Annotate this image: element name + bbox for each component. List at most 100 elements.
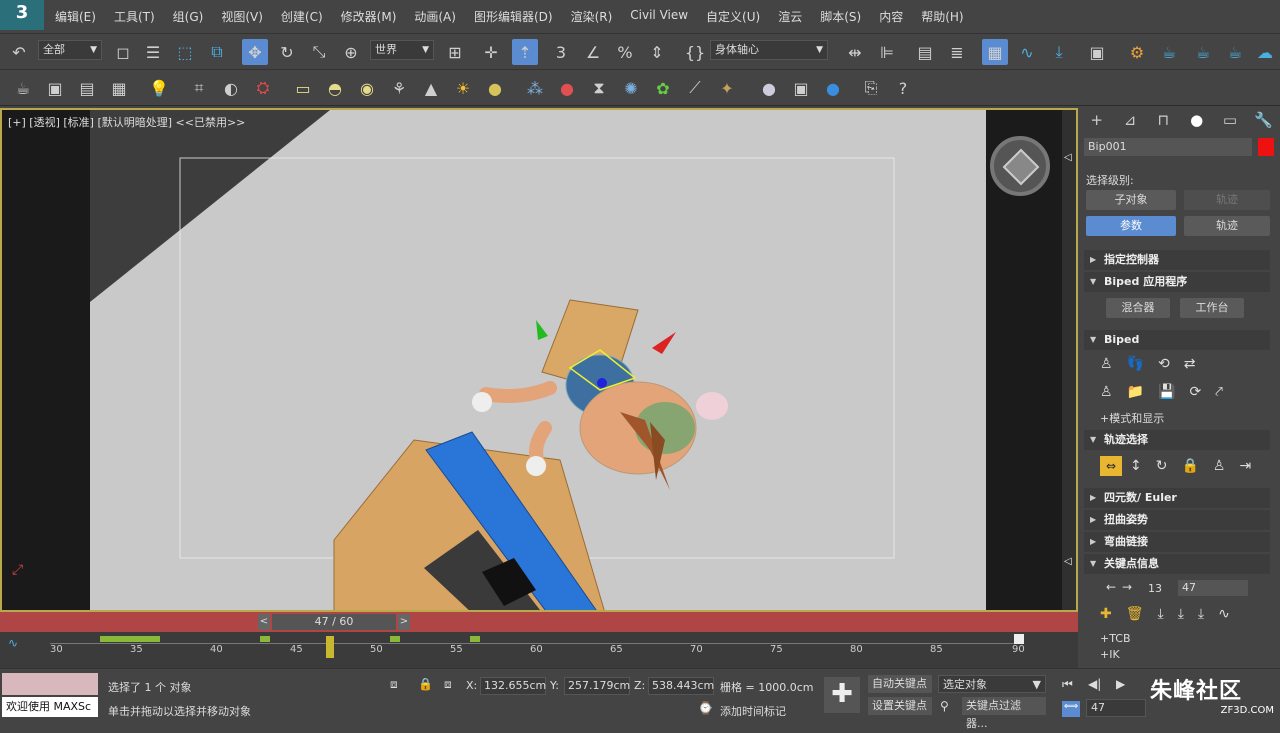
x-coord-field[interactable]: 132.655cm — [480, 677, 546, 695]
mixer-mode-icon[interactable]: ⇄ — [1184, 356, 1196, 372]
menu-customize[interactable]: 自定义(U) — [697, 8, 769, 25]
camera-icon[interactable]: ⌗ — [186, 75, 212, 101]
schematic-view-icon[interactable]: ⤓ — [1046, 39, 1072, 65]
menu-scripting[interactable]: 脚本(S) — [811, 8, 870, 25]
proxy-icon[interactable]: ● — [554, 75, 580, 101]
mesh-light-icon[interactable]: ⚘ — [386, 75, 412, 101]
save-file-icon[interactable]: 💾 — [1158, 384, 1175, 400]
key-marker[interactable] — [390, 636, 400, 642]
menu-civil-view[interactable]: Civil View — [621, 8, 697, 25]
render-camera-icon[interactable]: ⛭ — [250, 75, 276, 101]
lock-cob-icon[interactable]: 🔒 — [1181, 458, 1198, 474]
mixer-button[interactable]: 混合器 — [1106, 298, 1170, 318]
menu-modifiers[interactable]: 修改器(M) — [332, 8, 406, 25]
material-ball-icon[interactable]: ● — [756, 75, 782, 101]
ik-toggle[interactable]: +IK — [1100, 648, 1120, 661]
end-marker[interactable] — [1014, 634, 1024, 644]
sub-object-button[interactable]: 子对象 — [1086, 190, 1176, 210]
figure-mode-icon[interactable]: ♙ — [1100, 356, 1113, 372]
rollout-track-select[interactable]: ▼ 轨迹选择 — [1084, 430, 1270, 450]
material-editor-icon[interactable]: ▣ — [1084, 39, 1110, 65]
go-to-start-icon[interactable]: ⏮ — [1062, 677, 1073, 692]
window-crossing-icon[interactable]: ⧉ — [204, 39, 230, 65]
sun-icon[interactable]: ☀ — [450, 75, 476, 101]
menu-tools[interactable]: 工具(T) — [105, 8, 164, 25]
menu-group[interactable]: 组(G) — [164, 8, 213, 25]
menu-rendering[interactable]: 渲染(R) — [562, 8, 622, 25]
select-object-icon[interactable]: ◻ — [110, 39, 136, 65]
rotate-icon[interactable]: ↻ — [274, 39, 300, 65]
render-setup-icon[interactable]: ⚙ — [1124, 39, 1150, 65]
rollout-assign-controller[interactable]: ▶ 指定控制器 — [1084, 250, 1270, 270]
key-marker[interactable] — [326, 636, 334, 658]
body-horizontal-icon[interactable]: ⇔ — [1100, 456, 1122, 476]
viewport-perspective[interactable]: [+] [透视] [标准] [默认明暗处理] <<已禁用>> ◁ ◁ ⤢ — [0, 108, 1078, 612]
viewport-scene[interactable] — [90, 110, 986, 610]
fur-icon[interactable]: ⁂ — [522, 75, 548, 101]
plane-icon[interactable]: ⧗ — [586, 75, 612, 101]
mirror-icon[interactable]: ⇹ — [842, 39, 868, 65]
params-button[interactable]: 参数 — [1086, 216, 1176, 236]
rollout-bend-links[interactable]: ▶ 弯曲链接 — [1084, 532, 1270, 552]
delete-key-icon[interactable]: 🗑 — [1126, 606, 1144, 622]
add-time-tag-text[interactable]: 添加时间标记 — [720, 703, 786, 719]
maxscript-listener-pink[interactable] — [2, 673, 98, 695]
helper-icon[interactable]: ◐ — [218, 75, 244, 101]
isolate-icon[interactable]: ⧈ — [390, 677, 398, 692]
light-bulb-icon[interactable]: 💡 — [146, 75, 172, 101]
teapot-icon[interactable]: ☕ — [10, 75, 36, 101]
key-frame-field[interactable]: 47 — [1178, 580, 1248, 596]
tcb-toggle[interactable]: +TCB — [1100, 632, 1131, 645]
image-icon[interactable]: ▣ — [42, 75, 68, 101]
select-move-icon[interactable]: ✥ — [242, 39, 268, 65]
time-slider[interactable]: 47 / 60 — [272, 614, 396, 630]
ref-coord-dropdown[interactable]: 世界 ▼ — [370, 40, 434, 60]
rect-selection-icon[interactable]: ⬚ — [172, 39, 198, 65]
object-name-field[interactable]: Bip001 — [1084, 138, 1252, 156]
prev-key-icon[interactable]: ← — [1106, 580, 1116, 594]
time-config-icon[interactable]: ⟺ — [1062, 701, 1080, 717]
set-key-icon[interactable]: ✚ — [1100, 606, 1112, 622]
layer-manager-icon[interactable]: ▤ — [912, 39, 938, 65]
key-filter-icon[interactable]: ⚲ — [940, 699, 949, 713]
free-key-icon[interactable]: ⤓ — [1198, 606, 1204, 622]
create-tab-icon[interactable]: + — [1085, 109, 1109, 131]
selection-filter-dropdown[interactable]: 全部 ▼ — [38, 40, 102, 60]
viewport-label[interactable]: [+] [透视] [标准] [默认明暗处理] <<已禁用>> — [8, 114, 245, 130]
sliding-key-icon[interactable]: ⤓ — [1178, 606, 1184, 622]
object-color-swatch[interactable] — [1258, 138, 1274, 156]
menu-animation[interactable]: 动画(A) — [405, 8, 465, 25]
help-icon[interactable]: ? — [890, 75, 916, 101]
biped-play-icon[interactable]: ♙ — [1100, 384, 1113, 400]
menu-render-cloud[interactable]: 渲云 — [769, 8, 811, 25]
plant-icon[interactable]: ✿ — [650, 75, 676, 101]
planted-key-icon[interactable]: ⤓ — [1158, 606, 1164, 622]
pivot-dropdown[interactable]: 身体轴心 ▼ — [710, 40, 828, 60]
render-production-icon[interactable]: ☕ — [1190, 39, 1216, 65]
menu-create[interactable]: 创建(C) — [272, 8, 332, 25]
curve-icon[interactable]: ∿ — [1218, 606, 1230, 622]
scene-explorer-icon[interactable]: ≣ — [944, 39, 970, 65]
calculator-icon[interactable]: ▤ — [74, 75, 100, 101]
z-coord-field[interactable]: 538.443cm — [648, 677, 714, 695]
convert-icon[interactable]: ⟳ — [1189, 384, 1201, 400]
blue-ball-icon[interactable]: ● — [820, 75, 846, 101]
auto-key-button[interactable]: 自动关键点 — [868, 675, 932, 693]
menu-content[interactable]: 内容 — [870, 8, 912, 25]
key-marker[interactable] — [260, 636, 270, 642]
dome-light-icon[interactable]: ◓ — [322, 75, 348, 101]
prev-frame-btn-icon[interactable]: ◀| — [1088, 677, 1101, 691]
select-manipulate-icon[interactable]: ✛ — [478, 39, 504, 65]
track-button[interactable]: 轨迹 — [1184, 216, 1270, 236]
undo-icon[interactable]: ↶ — [6, 39, 32, 65]
menu-edit[interactable]: 编辑(E) — [46, 8, 105, 25]
align-icon[interactable]: ⊫ — [874, 39, 900, 65]
motion-flow-icon[interactable]: ⟲ — [1158, 356, 1170, 372]
save-copy-icon[interactable]: ⎘ — [858, 75, 884, 101]
rollout-biped-apps[interactable]: ▼ Biped 应用程序 — [1084, 272, 1270, 292]
material-grid-icon[interactable]: ▣ — [788, 75, 814, 101]
wood-icon[interactable]: ✦ — [714, 75, 740, 101]
time-tag-icon[interactable]: ⌚ — [698, 701, 713, 715]
move-all-icon[interactable]: ⤤ — [1215, 384, 1223, 400]
snap-3d-icon[interactable]: 3 — [548, 39, 574, 65]
